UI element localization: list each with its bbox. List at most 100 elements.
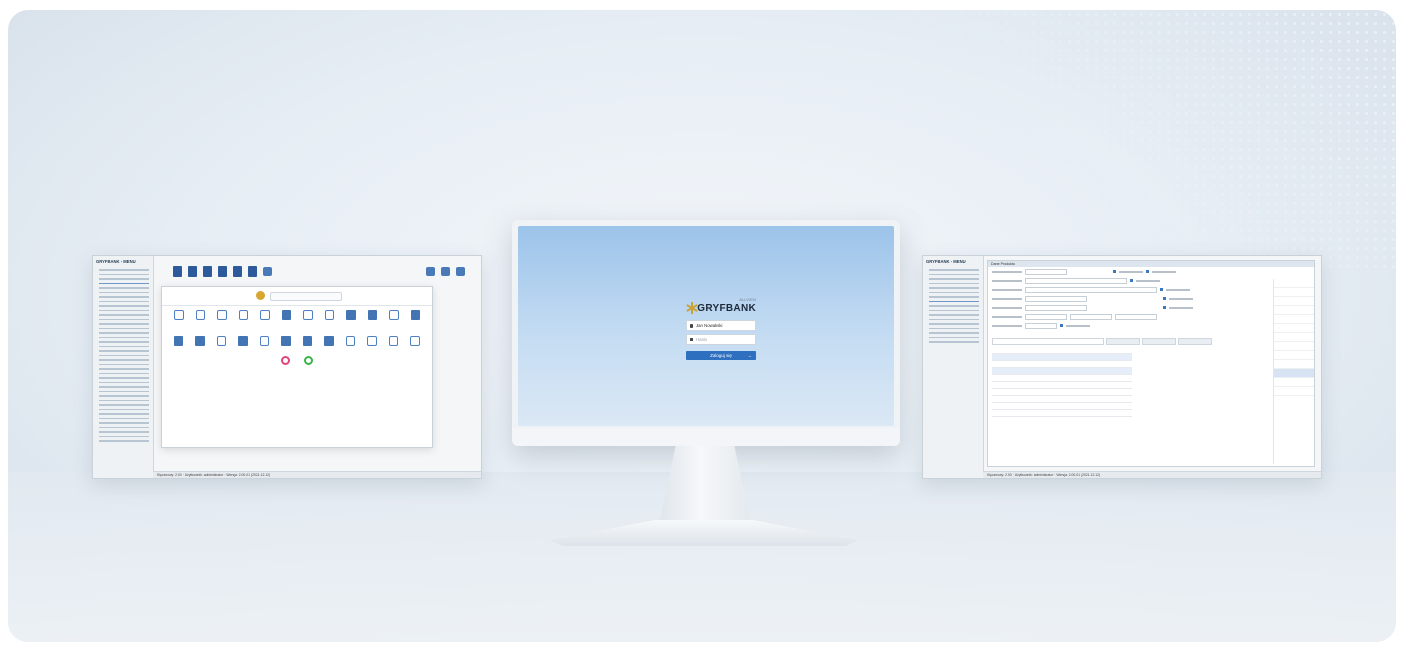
document-icon[interactable] (218, 265, 227, 277)
tools-icon[interactable] (238, 336, 248, 346)
list-item[interactable] (1274, 297, 1314, 306)
tree-item[interactable] (929, 341, 979, 343)
list-icon[interactable] (174, 310, 184, 320)
list-item[interactable] (1274, 324, 1314, 333)
document-icon[interactable] (346, 310, 356, 320)
text-field[interactable] (1070, 313, 1112, 320)
password-field[interactable]: Hasło (686, 334, 756, 345)
tree-item[interactable] (99, 413, 149, 415)
table-row[interactable] (992, 403, 1132, 410)
list-item[interactable] (1274, 369, 1314, 378)
text-field[interactable] (1025, 286, 1157, 293)
table-row[interactable] (992, 354, 1132, 361)
search-input[interactable] (270, 292, 342, 301)
tab[interactable] (992, 338, 1104, 345)
share-icon[interactable] (216, 336, 227, 346)
users-icon[interactable] (195, 336, 205, 346)
checkbox[interactable] (1130, 279, 1133, 282)
tree-item[interactable] (929, 309, 979, 311)
refresh-icon[interactable] (456, 266, 465, 276)
checkbox[interactable] (1163, 306, 1166, 309)
text-field[interactable] (1025, 304, 1087, 311)
document-icon[interactable] (248, 265, 257, 277)
list-item[interactable] (1274, 306, 1314, 315)
list-item[interactable] (1274, 387, 1314, 396)
tree-item[interactable] (99, 440, 149, 442)
tree-item[interactable] (929, 296, 979, 298)
list-icon[interactable] (263, 266, 272, 276)
text-field[interactable] (1025, 277, 1127, 284)
tree-item[interactable] (99, 332, 149, 334)
tree-item[interactable] (99, 327, 149, 329)
tree-item[interactable] (99, 296, 149, 298)
list-item[interactable] (1274, 351, 1314, 360)
tree-item[interactable] (99, 372, 149, 374)
tree-item[interactable] (929, 291, 979, 293)
tree-item[interactable] (929, 278, 979, 280)
tree-item[interactable] (99, 318, 149, 320)
tree-item[interactable] (929, 323, 979, 325)
tree-item[interactable] (99, 368, 149, 370)
tab[interactable] (1178, 338, 1212, 345)
tree-item[interactable] (99, 426, 149, 428)
list-item[interactable] (1274, 333, 1314, 342)
tree-item[interactable] (99, 377, 149, 379)
tree-item[interactable] (99, 291, 149, 293)
logout-icon[interactable] (281, 356, 290, 365)
checkbox[interactable] (1060, 324, 1063, 327)
tree-item[interactable] (99, 431, 149, 433)
tree-item[interactable] (929, 273, 979, 275)
list-item[interactable] (1274, 315, 1314, 324)
document-icon[interactable] (281, 310, 292, 320)
share-icon[interactable] (388, 310, 399, 320)
tree-item[interactable] (99, 386, 149, 388)
tree-item[interactable] (99, 323, 149, 325)
tree-item[interactable] (99, 395, 149, 397)
tree-item[interactable] (929, 327, 979, 329)
table-row[interactable] (992, 375, 1132, 382)
users-icon[interactable] (188, 265, 197, 277)
tab[interactable] (1142, 338, 1176, 345)
tree-item[interactable] (929, 282, 979, 284)
table-row[interactable] (992, 389, 1132, 396)
table-row[interactable] (992, 382, 1132, 389)
tree-item[interactable] (929, 336, 979, 338)
tree-item[interactable] (929, 318, 979, 320)
select[interactable] (1025, 322, 1057, 329)
document-icon[interactable] (410, 310, 420, 320)
settings-icon[interactable] (441, 266, 450, 276)
tree-item[interactable] (99, 300, 149, 302)
tree-item[interactable] (99, 381, 149, 383)
text-field[interactable] (1115, 313, 1157, 320)
tree-item[interactable] (99, 422, 149, 424)
share-icon[interactable] (217, 310, 227, 320)
text-field[interactable] (1025, 295, 1087, 302)
window-icon[interactable] (410, 336, 420, 346)
tree-item[interactable] (99, 417, 149, 419)
window-icon[interactable] (259, 336, 270, 346)
power-icon[interactable] (304, 356, 313, 365)
list-item[interactable] (1274, 378, 1314, 387)
tree-item[interactable] (929, 300, 979, 302)
tree-item[interactable] (99, 278, 149, 280)
document-icon[interactable] (173, 265, 182, 277)
share-icon[interactable] (238, 310, 249, 320)
text-field[interactable] (1025, 268, 1067, 275)
share-icon[interactable] (260, 310, 270, 320)
document-icon[interactable] (203, 265, 212, 277)
tab[interactable] (1106, 338, 1140, 345)
tree-item[interactable] (99, 273, 149, 275)
tree-item[interactable] (99, 354, 149, 356)
tree-item[interactable] (99, 399, 149, 401)
calculator-icon[interactable] (367, 310, 377, 320)
tree-item[interactable] (99, 269, 149, 271)
tree-item[interactable] (99, 341, 149, 343)
tree-item[interactable] (99, 363, 149, 365)
checkbox[interactable] (1160, 288, 1163, 291)
document-icon[interactable] (233, 265, 242, 277)
list-item[interactable] (1274, 342, 1314, 351)
share-icon[interactable] (324, 310, 335, 320)
login-button[interactable]: Zaloguj się → (686, 351, 756, 360)
window-icon[interactable] (367, 336, 377, 346)
mail-icon[interactable] (345, 336, 356, 346)
